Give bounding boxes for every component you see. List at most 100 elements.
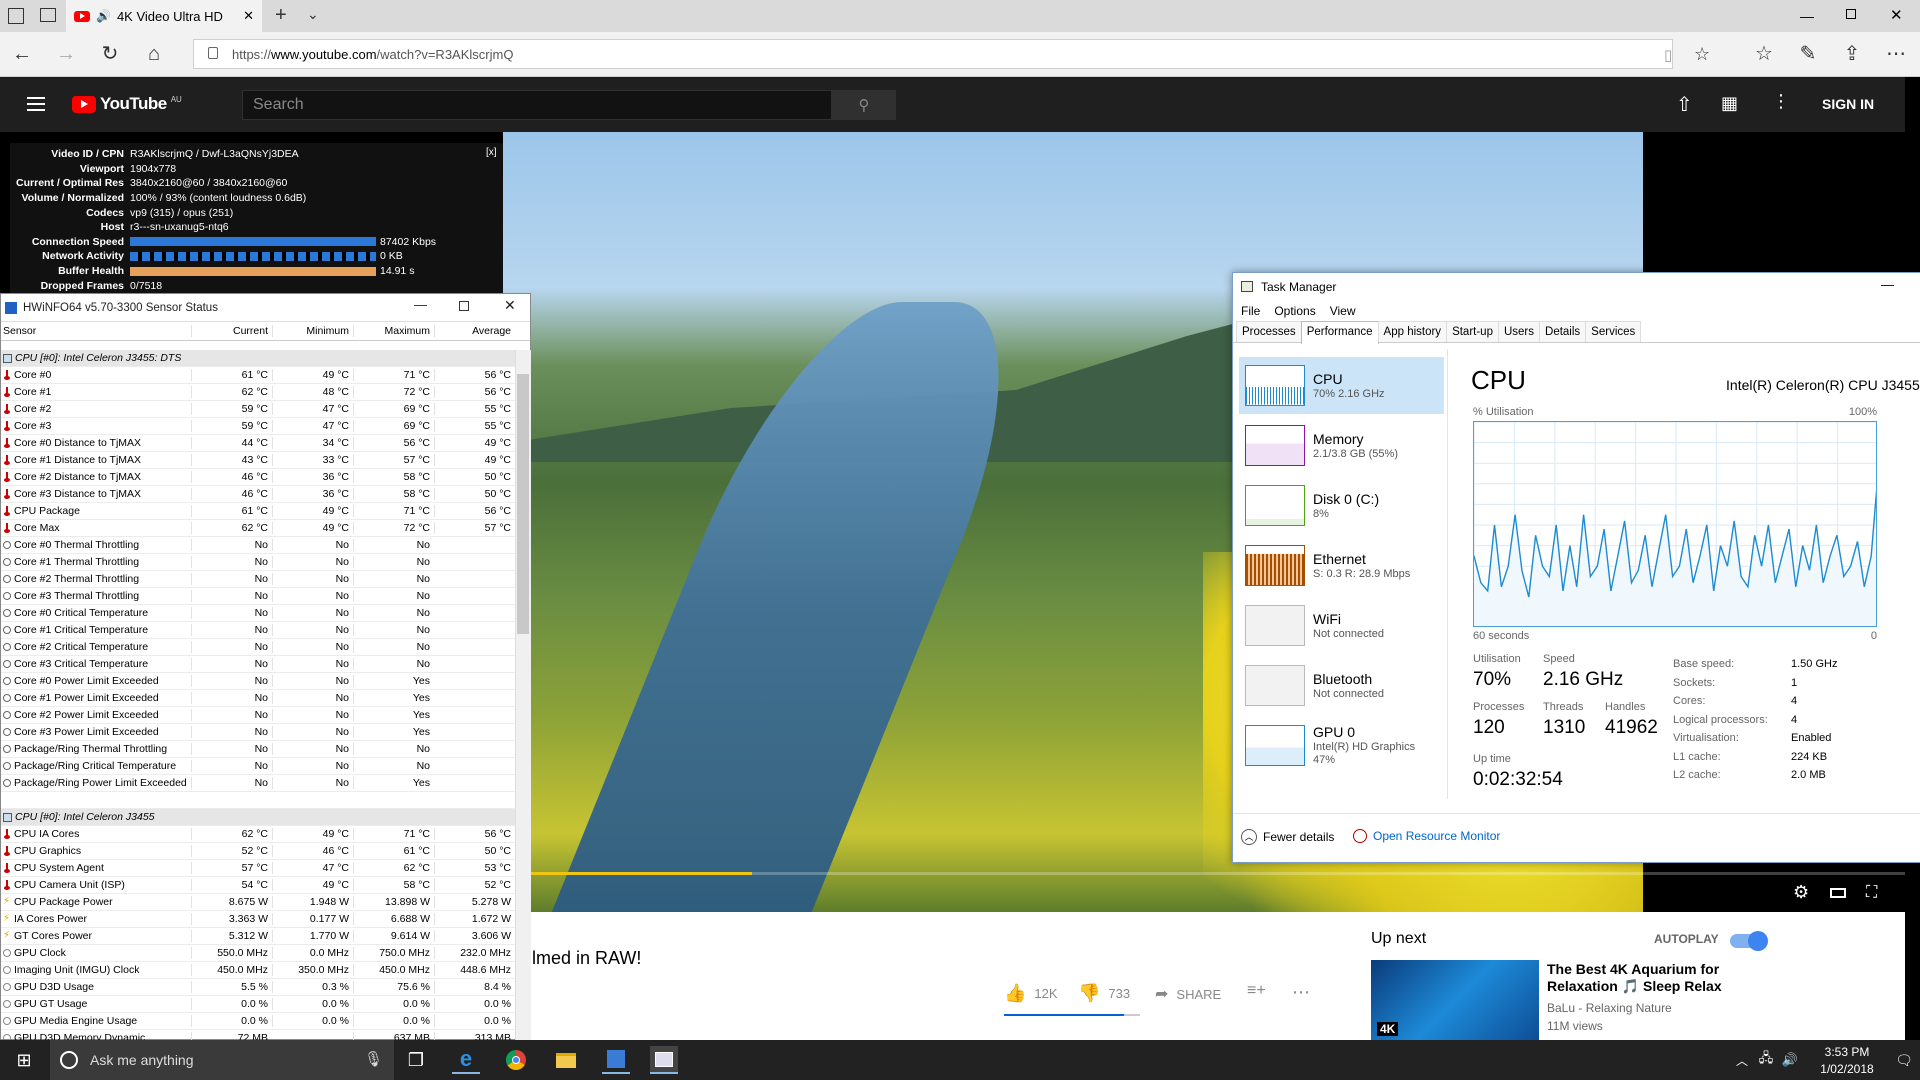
sign-in-button[interactable]: SIGN IN [1822,96,1874,112]
restore-icon[interactable] [1846,9,1856,19]
fullscreen-icon[interactable]: ⛶ [1866,884,1877,902]
open-resource-monitor-link[interactable]: Open Resource Monitor [1353,829,1500,843]
hwinfo-row[interactable]: GPU GT Usage 0.0 % 0.0 % 0.0 % 0.0 % [1,996,515,1013]
youtube-logo[interactable]: YouTube AU [72,94,182,114]
hwinfo-row[interactable]: Core #2 Critical Temperature No No No [1,639,515,656]
tm-tab-performance[interactable]: Performance [1300,321,1379,344]
tm-minimize-icon[interactable]: — [1881,277,1894,292]
pen-icon[interactable]: ✎ [1790,32,1826,77]
hwinfo-row[interactable]: CPU System Agent 57 °C 47 °C 62 °C 53 °C [1,860,515,877]
tm-menu-view[interactable]: View [1330,304,1356,318]
search-icon[interactable]: ⚲ [832,90,896,120]
task-manager-taskbar-icon[interactable] [650,1046,678,1074]
hwinfo-row[interactable]: CPU [#0]: Intel Celeron J3455 [1,809,515,826]
resource-memory[interactable]: Memory 2.1/3.8 GB (55%) [1239,417,1444,474]
hwinfo-row[interactable]: Core #3 Distance to TjMAX 46 °C 36 °C 58 °C… [1,486,515,503]
resource-ethernet[interactable]: Ethernet S: 0.3 R: 28.9 Mbps [1239,537,1444,594]
apps-grid-icon[interactable]: ▦ [1721,93,1738,114]
home-icon[interactable]: ⌂ [136,32,172,77]
hwinfo-row[interactable]: ⚡ CPU Package Power 8.675 W 1.948 W 13.898 W… [1,894,515,911]
hwinfo-row[interactable]: GPU Clock 550.0 MHz 0.0 MHz 750.0 MHz 232.0 … [1,945,515,962]
hwinfo-row[interactable]: Core #0 Distance to TjMAX 44 °C 34 °C 56 °C… [1,435,515,452]
hwinfo-row[interactable]: Core #1 Power Limit Exceeded No No Yes [1,690,515,707]
microphone-icon[interactable]: 🎙 [364,1050,383,1068]
tab-list-chevron-icon[interactable]: ⌄ [307,6,319,23]
menu-hamburger-icon[interactable] [27,97,45,111]
back-arrow-icon[interactable]: ← [4,32,40,77]
tab-close-icon[interactable]: ✕ [243,8,254,24]
tab-preview-icon[interactable] [8,8,24,24]
start-windows-icon[interactable]: ⊞ [10,1046,38,1074]
share-button[interactable]: ➦ SHARE [1155,984,1221,1004]
hwinfo-row[interactable]: Core #2 Power Limit Exceeded No No Yes [1,707,515,724]
reading-view-icon[interactable]: ▯ [1664,46,1672,64]
next-video-channel[interactable]: BaLu - Relaxing Nature [1547,1001,1672,1015]
hwinfo-row[interactable]: CPU [#0]: Intel Celeron J3455: DTS [1,350,515,367]
dislike-button[interactable]: 👎 733 [1078,983,1130,1004]
more-actions-icon[interactable]: ⋯ [1292,982,1310,1003]
hwinfo-header-3[interactable]: Maximum [353,325,434,337]
hwinfo-row[interactable]: Core #2 Thermal Throttling No No No [1,571,515,588]
hwinfo-row[interactable]: GPU D3D Usage 5.5 % 0.3 % 75.6 % 8.4 % [1,979,515,996]
fewer-details-button[interactable]: ︿ Fewer details [1241,829,1334,845]
hwinfo-header-0[interactable]: Sensor [1,325,191,337]
refresh-icon[interactable]: ↻ [92,32,128,77]
hwinfo-row[interactable]: Package/Ring Critical Temperature No No No [1,758,515,775]
stats-close-button[interactable]: [x] [486,147,497,158]
resource-bluetooth[interactable]: Bluetooth Not connected [1239,657,1444,714]
hwinfo-row[interactable]: Imaging Unit (IMGU) Clock 450.0 MHz 350.0 … [1,962,515,979]
hwinfo-close-icon[interactable]: ✕ [504,297,516,314]
hwinfo-maximize-icon[interactable] [459,301,469,311]
hwinfo-row[interactable]: Core #1 Distance to TjMAX 43 °C 33 °C 57 °C… [1,452,515,469]
hwinfo-header-2[interactable]: Minimum [272,325,353,337]
hwinfo-row[interactable]: Core #3 Power Limit Exceeded No No Yes [1,724,515,741]
search-input[interactable]: Search [242,90,832,120]
hwinfo-row[interactable]: Core #0 61 °C 49 °C 71 °C 56 °C [1,367,515,384]
file-explorer-icon[interactable] [552,1046,580,1074]
tm-menu-options[interactable]: Options [1274,304,1315,318]
hwinfo-row[interactable]: Core #2 Distance to TjMAX 46 °C 36 °C 58 °C… [1,469,515,486]
close-window-icon[interactable]: ✕ [1890,6,1903,24]
new-tab-icon[interactable]: + [275,4,287,27]
settings-more-icon[interactable]: ⋮ [1772,91,1790,112]
hwinfo-row[interactable]: CPU Package 61 °C 49 °C 71 °C 56 °C [1,503,515,520]
tab-youtube[interactable]: 🔊 4K Video Ultra HD ✕ [66,0,262,32]
hwinfo-row[interactable]: CPU IA Cores 62 °C 49 °C 71 °C 56 °C [1,826,515,843]
hwinfo-row[interactable]: Core #0 Thermal Throttling No No No [1,537,515,554]
hwinfo-taskbar-icon[interactable] [602,1046,630,1074]
hwinfo-row[interactable]: Core #3 59 °C 47 °C 69 °C 55 °C [1,418,515,435]
tm-tab-processes[interactable]: Processes [1236,321,1302,342]
hwinfo-row[interactable]: CPU Graphics 52 °C 46 °C 61 °C 50 °C [1,843,515,860]
chrome-icon[interactable] [502,1046,530,1074]
resource-gpu-0[interactable]: GPU 0 Intel(R) HD Graphics 47% [1239,717,1444,774]
clock-date[interactable]: 1/02/2018 [1812,1062,1882,1076]
hwinfo-header-1[interactable]: Current [191,325,272,337]
hwinfo-row[interactable]: Package/Ring Thermal Throttling No No No [1,741,515,758]
resource-cpu[interactable]: CPU 70% 2.16 GHz [1239,357,1444,414]
video-settings-icon[interactable]: ⚙ [1793,882,1809,903]
action-center-icon[interactable]: 🗨 [1890,1046,1918,1074]
tm-tab-details[interactable]: Details [1539,321,1587,342]
minimize-icon[interactable]: — [1800,8,1814,24]
clock-time[interactable]: 3:53 PM [1812,1045,1882,1059]
share-icon[interactable]: ⇪ [1834,32,1870,77]
hwinfo-row[interactable]: Core #3 Critical Temperature No No No [1,656,515,673]
hwinfo-row[interactable]: Core #2 59 °C 47 °C 69 °C 55 °C [1,401,515,418]
next-video-title[interactable]: The Best 4K Aquarium for Relaxation 🎵 Sl… [1547,961,1727,995]
tm-tab-services[interactable]: Services [1585,321,1642,342]
more-icon[interactable]: ⋯ [1878,32,1914,77]
tm-tab-app-history[interactable]: App history [1377,321,1448,342]
hwinfo-row[interactable] [1,792,515,809]
hwinfo-row[interactable]: Core Max 62 °C 49 °C 72 °C 57 °C [1,520,515,537]
hwinfo-minimize-icon[interactable]: — [414,297,427,312]
hwinfo-header-4[interactable]: Average [434,325,515,337]
next-video-thumbnail[interactable]: 4K [1371,960,1539,1040]
url-input[interactable]: https://www.youtube.com/watch?v=R3AKlscr… [193,39,1710,69]
hwinfo-row[interactable]: CPU Camera Unit (ISP) 54 °C 49 °C 58 °C 52 °… [1,877,515,894]
favorites-icon[interactable]: ☆ [1746,32,1782,77]
hwinfo-row[interactable]: ⚡ IA Cores Power 3.363 W 0.177 W 6.688 W 1.67… [1,911,515,928]
volume-icon[interactable]: 🔊 [1776,1046,1804,1074]
hwinfo-row[interactable]: Core #0 Critical Temperature No No No [1,605,515,622]
hwinfo-row[interactable]: Core #0 Power Limit Exceeded No No Yes [1,673,515,690]
tab-back-icon[interactable] [40,8,56,22]
